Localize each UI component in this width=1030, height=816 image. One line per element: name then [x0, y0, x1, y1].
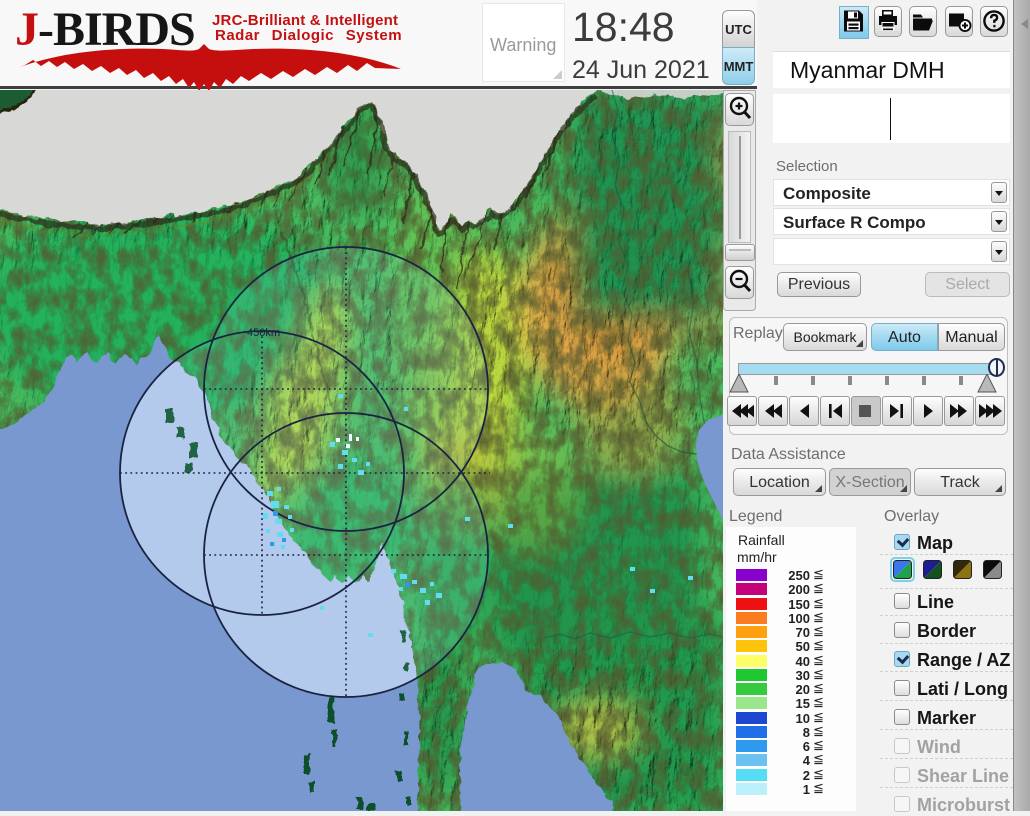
svg-text:450km: 450km [247, 327, 280, 339]
